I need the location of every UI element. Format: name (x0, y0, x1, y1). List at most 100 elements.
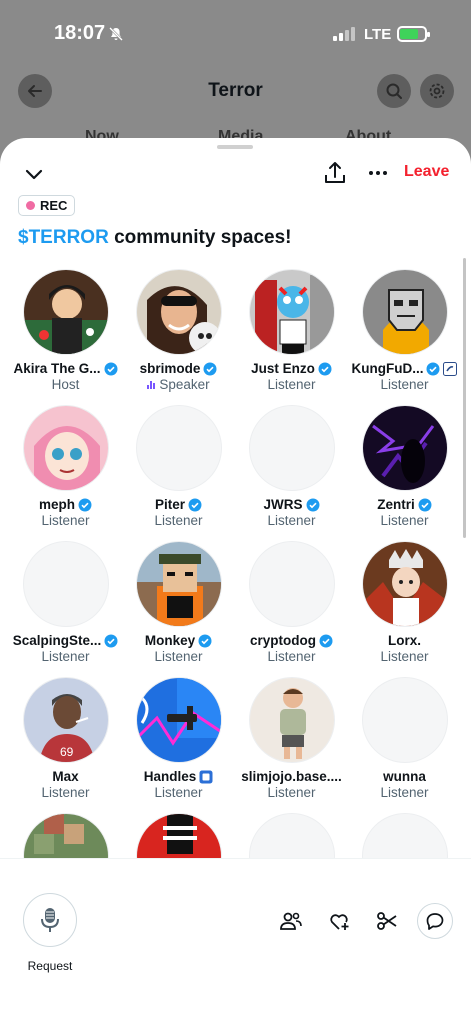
recording-badge: REC (18, 195, 76, 216)
verified-badge-icon (306, 498, 319, 511)
participant-tile[interactable]: meph Listener (9, 405, 122, 528)
verified-badge-icon (418, 498, 432, 511)
participant-role: Listener (41, 785, 90, 800)
share-icon[interactable] (322, 160, 348, 186)
avatar[interactable] (248, 541, 335, 627)
participant-name: wunna (383, 769, 426, 784)
participant-name: Handles (143, 769, 197, 784)
recording-dot-icon (26, 201, 35, 210)
request-mic-button[interactable] (23, 893, 77, 947)
participant-role: Listener (380, 377, 429, 392)
scrollbar[interactable] (463, 258, 466, 538)
people-icon[interactable] (279, 909, 303, 933)
sheet-grabber[interactable] (217, 145, 253, 149)
avatar[interactable] (361, 405, 448, 491)
verified-badge-icon (104, 634, 118, 647)
speaker-icon (147, 380, 156, 389)
participant-name: Max (52, 769, 79, 784)
participant-name: Akira The G... (13, 361, 101, 376)
request-label: Request (27, 959, 73, 973)
participant-tile[interactable]: JWRS Listener (235, 405, 348, 528)
participant-role: Listener (267, 649, 316, 664)
avatar[interactable] (248, 677, 335, 763)
avatar[interactable] (248, 269, 335, 355)
participant-name: ScalpingSte... (12, 633, 102, 648)
participant-role: Listener (154, 785, 203, 800)
participant-name: KungFuD... (351, 361, 424, 376)
verified-badge-icon (203, 362, 217, 375)
avatar[interactable] (361, 269, 448, 355)
network-label: LTE (364, 26, 392, 43)
verified-badge-icon (319, 634, 333, 647)
participant-tile[interactable]: Lorx. Listener (348, 541, 461, 664)
space-title: $TERROR community spaces! (18, 227, 291, 249)
verified-badge-icon (318, 362, 332, 375)
gear-icon (429, 83, 445, 99)
participant-name: Zentri (377, 497, 415, 512)
avatar[interactable] (135, 677, 222, 763)
search-button[interactable] (377, 74, 411, 108)
battery-icon (397, 26, 430, 42)
participant-tile[interactable]: Akira The G... Host (9, 269, 122, 392)
participant-tile[interactable]: ScalpingSte... Listener (9, 541, 122, 664)
participant-role: Listener (267, 513, 316, 528)
avatar[interactable] (135, 541, 222, 627)
participant-role: Listener (267, 785, 316, 800)
participant-tile[interactable]: Piter Listener (122, 405, 235, 528)
avatar[interactable] (248, 405, 335, 491)
more-options-icon[interactable] (365, 160, 391, 186)
participant-tile[interactable]: slimjojo.base.... Listener (235, 677, 348, 800)
avatar[interactable] (135, 405, 222, 491)
scissors-clip-icon[interactable] (375, 909, 399, 933)
microphone-icon (41, 908, 59, 932)
participant-name: slimjojo.base.... (241, 769, 342, 784)
avatar[interactable] (22, 269, 109, 355)
settings-button[interactable] (420, 74, 454, 108)
participant-name: JWRS (263, 497, 303, 512)
chevron-down-icon[interactable] (22, 162, 46, 186)
status-time: 18:07 (54, 22, 106, 44)
participant-role: Speaker (159, 377, 210, 392)
participant-role: Listener (380, 785, 429, 800)
avatar[interactable] (361, 541, 448, 627)
participant-tile[interactable]: cryptodog Listener (235, 541, 348, 664)
participant-tile[interactable]: Handles Listener (122, 677, 235, 800)
verified-badge-icon (104, 362, 118, 375)
space-title-text: community spaces! (108, 227, 292, 248)
avatar[interactable]: 69 (22, 677, 109, 763)
participant-tile[interactable]: wunna Listener (348, 677, 461, 800)
participant-role: Listener (41, 649, 90, 664)
heart-plus-icon[interactable] (327, 909, 351, 933)
affiliate-badge-icon (443, 361, 458, 376)
verified-badge-icon (198, 634, 212, 647)
recording-label: REC (40, 198, 68, 213)
cashtag-link[interactable]: $TERROR (18, 227, 109, 248)
participant-name: meph (38, 497, 75, 512)
participant-name: sbrimode (139, 361, 201, 376)
participant-tile[interactable]: 69 Max Listener (9, 677, 122, 800)
participant-role: Listener (41, 513, 90, 528)
participant-name: Monkey (144, 633, 196, 648)
gray-square-badge-icon (199, 770, 213, 783)
avatar[interactable] (361, 677, 448, 763)
chat-button[interactable] (417, 903, 453, 939)
participant-tile[interactable]: sbrimode Speaker (122, 269, 235, 392)
participant-role: Listener (154, 513, 203, 528)
participant-name: Lorx. (387, 633, 421, 648)
participant-name: cryptodog (250, 633, 316, 648)
participant-tile[interactable]: Zentri Listener (348, 405, 461, 528)
bell-muted-icon (109, 27, 123, 41)
bottom-toolbar: Request (0, 858, 471, 1024)
participant-name: Piter (154, 497, 185, 512)
participant-tile[interactable]: KungFuD... Listener (348, 269, 461, 392)
status-bar: 18:07 LTE (0, 0, 471, 70)
participant-role: Listener (380, 513, 429, 528)
participant-role: Listener (380, 649, 429, 664)
avatar[interactable] (22, 541, 109, 627)
participant-tile[interactable]: Monkey Listener (122, 541, 235, 664)
participant-tile[interactable]: Just Enzo Listener (235, 269, 348, 392)
background-header: Terror Now Media About (0, 70, 471, 145)
avatar[interactable] (22, 405, 109, 491)
avatar[interactable] (135, 269, 222, 355)
leave-button[interactable]: Leave (404, 163, 449, 181)
